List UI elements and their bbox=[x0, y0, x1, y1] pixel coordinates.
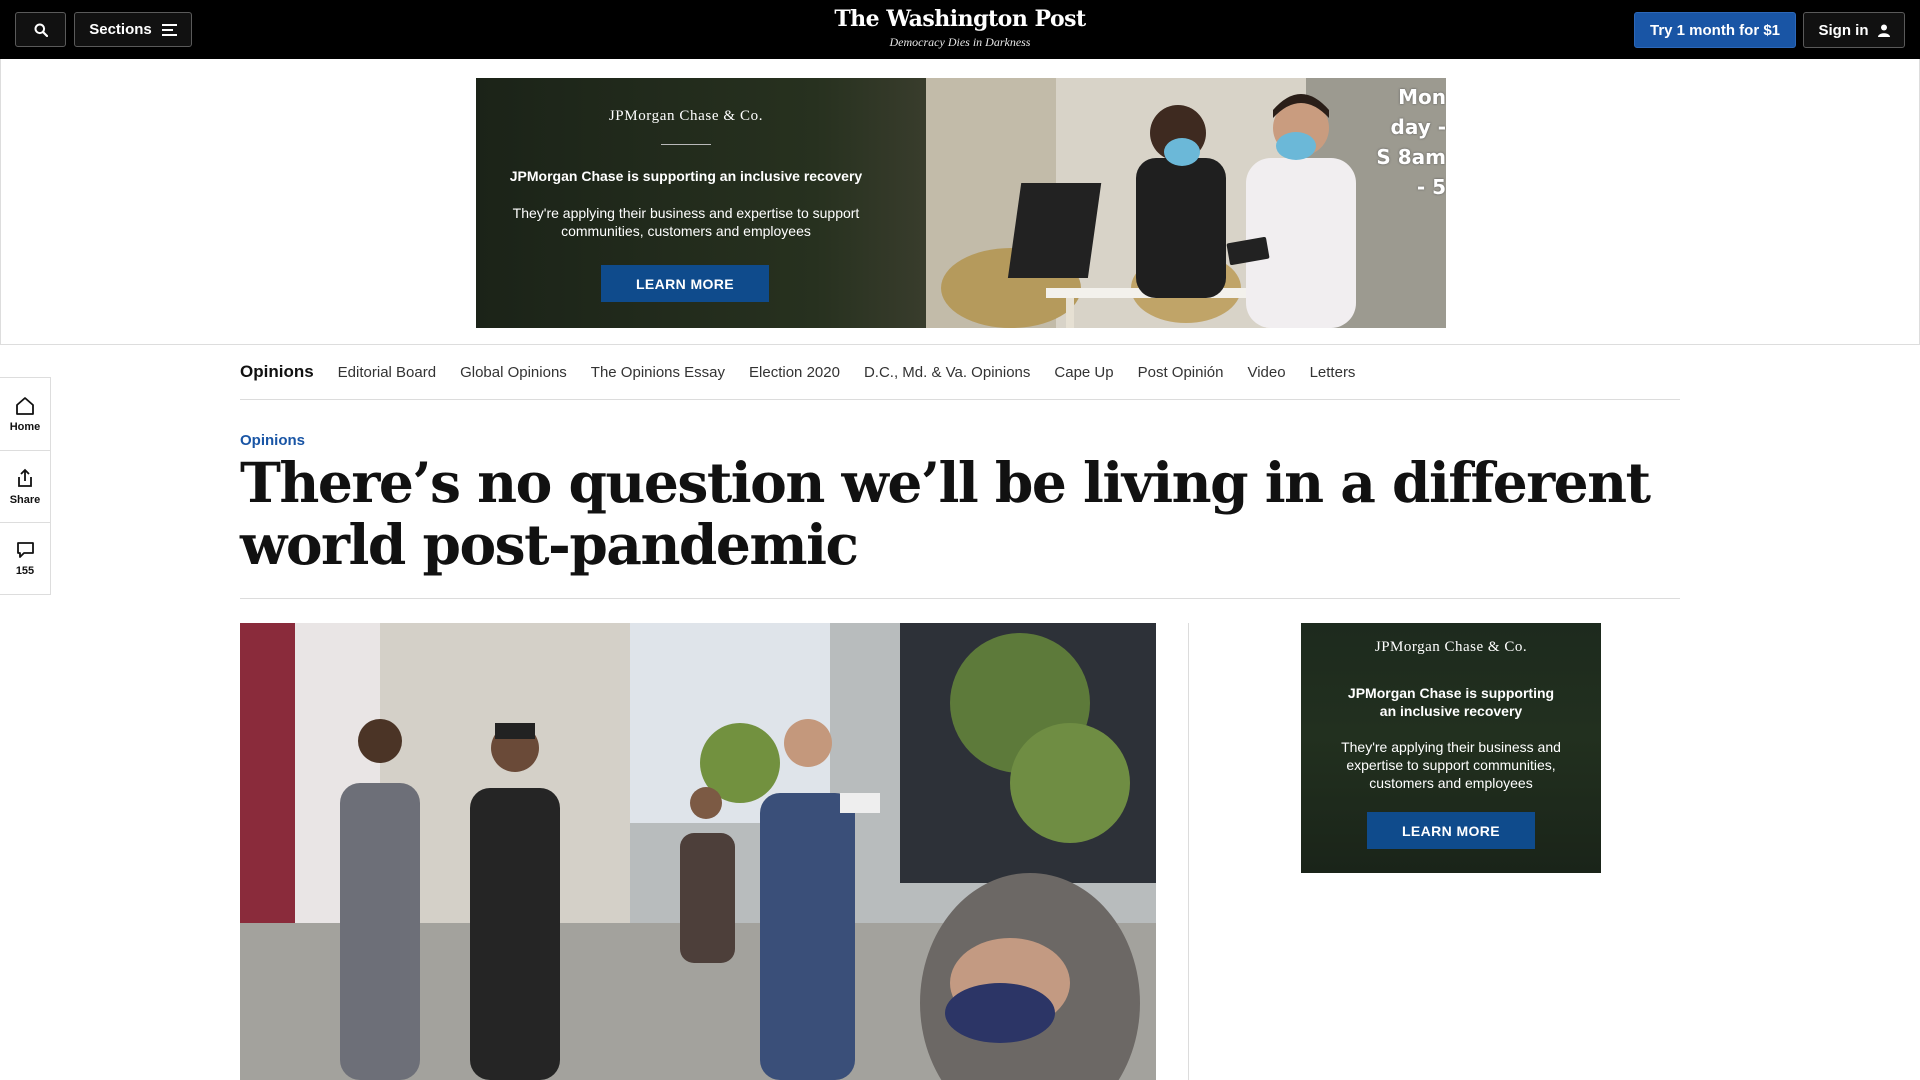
nav-item-dc-md-va-opinions[interactable]: D.C., Md. & Va. Opinions bbox=[864, 364, 1030, 381]
sidebar-ad[interactable]: JPMorgan Chase & Co. JPMorgan Chase is s… bbox=[1301, 623, 1601, 873]
nav-item-editorial-board[interactable]: Editorial Board bbox=[338, 364, 436, 381]
banner-ad[interactable]: JPMorgan Chase & Co. JPMorgan Chase is s… bbox=[476, 78, 1446, 328]
menu-icon bbox=[161, 23, 177, 36]
subscribe-button[interactable]: Try 1 month for $1 bbox=[1634, 12, 1796, 48]
banner-ad-copy: JPMorgan Chase & Co. JPMorgan Chase is s… bbox=[476, 78, 896, 328]
home-button[interactable]: Home bbox=[0, 378, 50, 450]
sidebar-ad-brand: JPMorgan Chase & Co. bbox=[1374, 639, 1528, 655]
sections-label: Sections bbox=[89, 21, 152, 38]
sidebar-ad-body: They're applying their business and expe… bbox=[1341, 739, 1561, 791]
search-button[interactable] bbox=[15, 12, 66, 47]
logo-wordmark: The Washington Post bbox=[834, 6, 1086, 32]
share-button[interactable]: Share bbox=[0, 450, 50, 522]
home-icon bbox=[16, 396, 34, 415]
sidebar-ad-headline: JPMorgan Chase is supporting an inclusiv… bbox=[1347, 685, 1555, 719]
banner-ad-divider bbox=[661, 144, 711, 145]
nav-item-cape-up[interactable]: Cape Up bbox=[1054, 364, 1113, 381]
column-divider bbox=[1188, 623, 1189, 1080]
nav-item-opinions[interactable]: Opinions bbox=[240, 362, 314, 382]
home-label: Home bbox=[9, 420, 41, 433]
article-lead-photo bbox=[240, 623, 1156, 1080]
nav-item-video[interactable]: Video bbox=[1247, 364, 1285, 381]
banner-ad-body: They're applying their business and expe… bbox=[512, 205, 860, 239]
opinions-section-nav: Opinions Editorial Board Global Opinions… bbox=[240, 345, 1680, 400]
share-label: Share bbox=[9, 493, 41, 506]
sidebar-ad-learn-more-button[interactable]: LEARN MORE bbox=[1367, 812, 1535, 849]
nav-item-post-opinion[interactable]: Post Opinión bbox=[1138, 364, 1224, 381]
comment-count: 155 bbox=[15, 564, 35, 577]
article-kicker[interactable]: Opinions bbox=[240, 432, 305, 449]
left-share-rail: Home Share 155 bbox=[0, 377, 51, 595]
comment-icon bbox=[16, 541, 34, 558]
user-icon bbox=[1877, 24, 1890, 37]
sign-in-button[interactable]: Sign in bbox=[1803, 12, 1905, 48]
site-logo[interactable]: The Washington Post Democracy Dies in Da… bbox=[810, 6, 1110, 50]
share-icon bbox=[18, 468, 32, 487]
banner-ad-brand: JPMorgan Chase & Co. bbox=[608, 108, 764, 124]
nav-item-global-opinions[interactable]: Global Opinions bbox=[460, 364, 567, 381]
logo-tagline: Democracy Dies in Darkness bbox=[889, 35, 1031, 49]
banner-ad-headline: JPMorgan Chase is supporting an inclusiv… bbox=[509, 168, 863, 184]
banner-ad-photo bbox=[926, 78, 1446, 328]
nav-item-letters[interactable]: Letters bbox=[1310, 364, 1356, 381]
banner-ad-learn-more-button[interactable]: LEARN MORE bbox=[601, 265, 769, 302]
nav-item-opinions-essay[interactable]: The Opinions Essay bbox=[591, 364, 725, 381]
article-headline: There’s no question we’ll be living in a… bbox=[240, 452, 1680, 599]
comments-button[interactable]: 155 bbox=[0, 522, 50, 594]
top-ad-container: JPMorgan Chase & Co. JPMorgan Chase is s… bbox=[0, 59, 1920, 345]
top-navigation-bar: Sections The Washington Post Democracy D… bbox=[0, 0, 1920, 59]
banner-ad-photo-sign: Mon day - S 8am - 5 bbox=[1376, 85, 1446, 199]
nav-item-election-2020[interactable]: Election 2020 bbox=[749, 364, 840, 381]
sections-menu-button[interactable]: Sections bbox=[74, 12, 192, 47]
search-icon bbox=[34, 23, 48, 37]
sign-in-label: Sign in bbox=[1818, 21, 1869, 39]
